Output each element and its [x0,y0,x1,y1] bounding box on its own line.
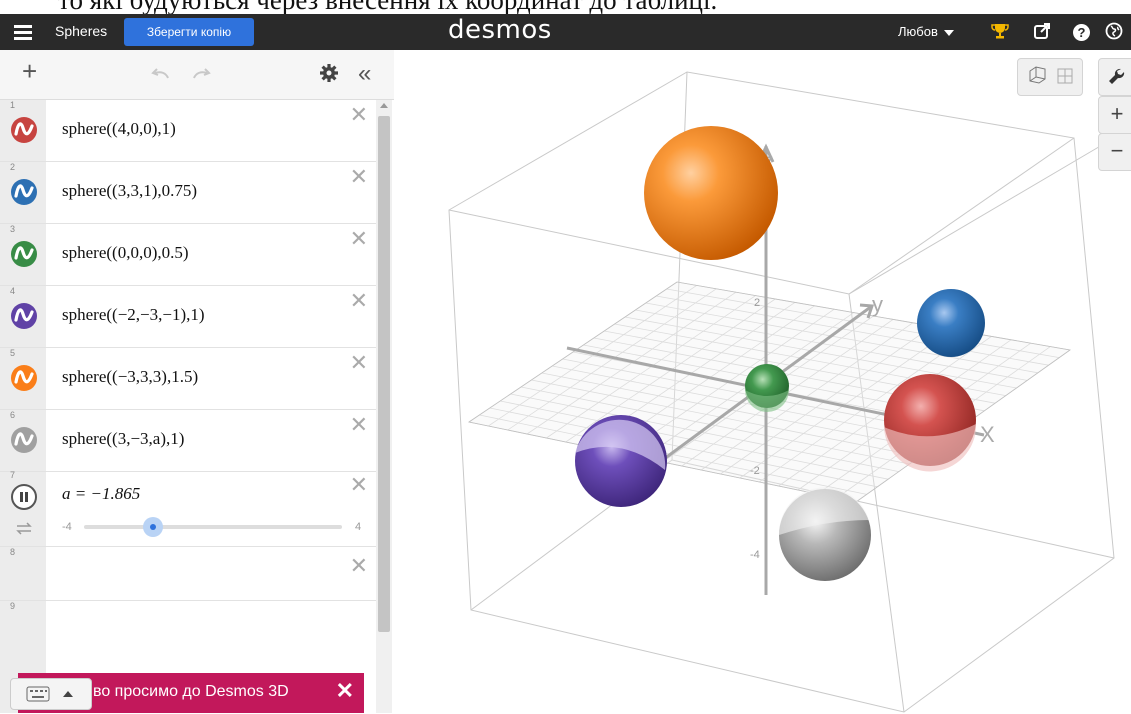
loop-direction-icon[interactable] [14,520,34,540]
expression-row[interactable]: 2 sphere((3,3,1),0.75) ✕ [0,162,376,224]
expression-row[interactable]: 1 sphere((4,0,0),1) ✕ [0,100,376,162]
add-expression-icon[interactable]: + [22,58,37,84]
slider-track[interactable] [84,525,342,529]
line-number: 3 [10,224,16,234]
expression-row[interactable]: 6 sphere((3,−3,a),1) ✕ [0,410,376,472]
line-number: 9 [10,601,16,611]
expression-row[interactable]: 4 sphere((−2,−3,−1),1) ✕ [0,286,376,348]
save-copy-button[interactable]: Зберегти копію [124,18,254,46]
caret-down-icon [943,29,954,36]
delete-expression-icon[interactable]: ✕ [350,474,368,496]
delete-expression-icon[interactable]: ✕ [350,555,368,577]
view-mode-toggle[interactable] [1017,58,1083,96]
delete-expression-icon[interactable]: ✕ [350,414,368,436]
scroll-up-arrow-icon[interactable] [380,103,388,108]
delete-expression-icon[interactable]: ✕ [350,104,368,126]
empty-expression-row[interactable]: 9 [0,601,376,661]
slider-min-label[interactable]: -4 [62,521,72,533]
expression-math[interactable]: sphere((−3,3,3),1.5) [62,367,198,387]
graph-color-toggle-icon[interactable] [11,303,37,329]
graph-title[interactable]: Spheres [55,23,107,39]
line-number: 2 [10,162,16,172]
share-icon[interactable] [1032,22,1052,42]
line-number: 5 [10,348,16,358]
z-tick-label: -4 [750,549,760,561]
graph-color-toggle-icon[interactable] [11,241,37,267]
slider-handle[interactable] [142,517,163,537]
scrollbar-thumb[interactable] [378,116,390,632]
redo-icon[interactable] [192,62,212,86]
pause-icon[interactable] [11,484,37,510]
line-number: 7 [10,470,16,480]
expression-math[interactable]: sphere((3,−3,a),1) [62,429,184,449]
graph-settings-wrench-icon[interactable] [1098,58,1131,96]
hamburger-menu-icon[interactable] [14,22,32,42]
line-number: 4 [10,286,16,296]
graph-color-toggle-icon[interactable] [11,179,37,205]
delete-expression-icon[interactable]: ✕ [350,228,368,250]
close-banner-icon[interactable]: ✕ [336,678,354,704]
banner-text: во просимо до Desmos 3D [93,683,289,700]
graph-color-toggle-icon[interactable] [11,365,37,391]
top-bar: Spheres Зберегти копію desmos Любов ? [0,14,1131,50]
expression-toolbar: + « [0,50,394,100]
undo-icon[interactable] [150,62,170,86]
line-number: 6 [10,410,16,420]
help-icon[interactable]: ? [1073,24,1090,41]
desmos-logo: desmos [448,15,552,45]
expression-panel: + « 1 sphere((4,0,0),1) ✕ 2 sphere((3,3,1),0… [0,50,395,713]
sphere-orange[interactable] [644,126,778,260]
expression-math[interactable]: sphere((0,0,0),0.5) [62,243,189,263]
graph-3d-canvas[interactable]: Z y X 4 2 -2 -4 + − [394,50,1131,713]
document-caption: то які будуються через внесення їх коорд… [0,0,1131,14]
graph-color-toggle-icon[interactable] [11,427,37,453]
zoom-in-button[interactable]: + [1098,96,1131,134]
delete-expression-icon[interactable]: ✕ [350,166,368,188]
slider-row[interactable]: 7 a = −1.865 ✕ -4 4 [0,470,376,547]
language-globe-icon[interactable] [1104,22,1124,42]
expression-math[interactable]: sphere((4,0,0),1) [62,119,176,139]
user-menu[interactable]: Любов [898,24,954,39]
expression-math[interactable]: sphere((3,3,1),0.75) [62,181,197,201]
delete-expression-icon[interactable]: ✕ [350,352,368,374]
graph-color-toggle-icon[interactable] [11,117,37,143]
user-name: Любов [898,24,938,39]
settings-gear-icon[interactable] [319,63,339,88]
x-axis-label: X [980,422,995,447]
expression-scrollbar[interactable] [376,100,392,713]
empty-expression-row[interactable]: 8 ✕ [0,547,376,601]
expression-math[interactable]: sphere((−2,−3,−1),1) [62,305,205,325]
line-number: 1 [10,100,16,110]
slider-expression[interactable]: a = −1.865 [62,484,140,504]
expression-row[interactable]: 5 sphere((−3,3,3),1.5) ✕ [0,348,376,410]
graph-3d-svg[interactable]: Z y X 4 2 -2 -4 [394,50,1131,713]
keyboard-toggle[interactable] [10,678,92,710]
line-number: 8 [10,547,16,557]
delete-expression-icon[interactable]: ✕ [350,290,368,312]
z-tick-label: -2 [750,465,760,477]
slider-max-label[interactable]: 4 [355,521,361,533]
trophy-icon[interactable] [990,22,1010,42]
y-axis-label: y [872,292,883,317]
sphere-blue[interactable] [917,289,985,357]
z-tick-label: 2 [754,297,760,309]
expression-row[interactable]: 3 sphere((0,0,0),0.5) ✕ [0,224,376,286]
zoom-out-button[interactable]: − [1098,133,1131,171]
collapse-panel-icon[interactable]: « [358,62,371,86]
